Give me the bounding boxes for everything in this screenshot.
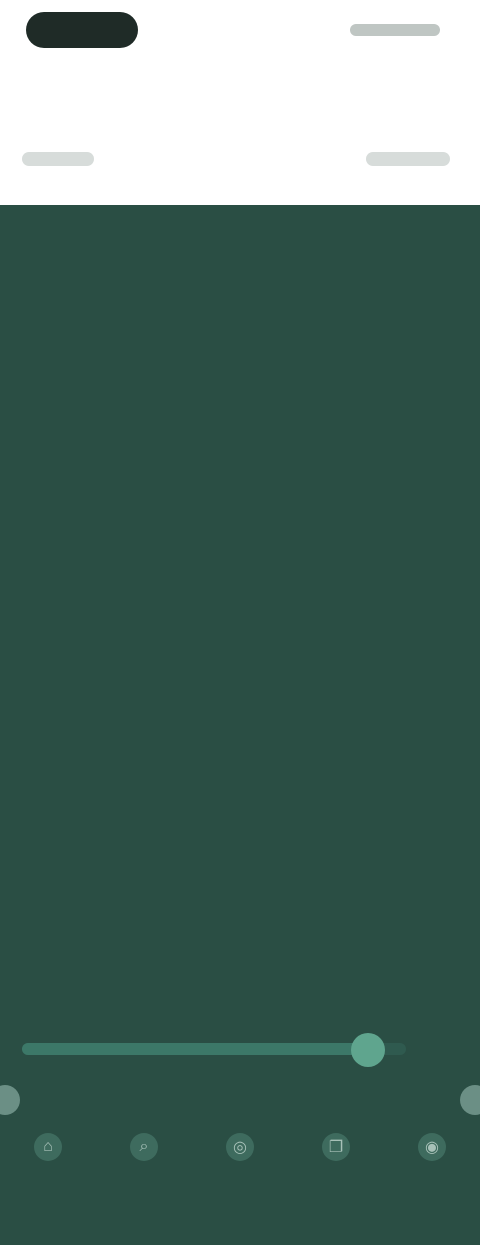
search-icon: ⌕ <box>130 1133 158 1161</box>
progress-fill <box>22 1043 368 1055</box>
menu-item[interactable] <box>22 519 142 539</box>
menu-item[interactable] <box>22 603 244 623</box>
home-icon: ⌂ <box>34 1133 62 1161</box>
nav-item-5[interactable]: ◉ <box>392 1133 472 1173</box>
menu-item[interactable] <box>22 381 134 401</box>
header-right-nav[interactable] <box>366 152 450 166</box>
menu-item[interactable] <box>22 473 222 493</box>
right-link[interactable] <box>334 257 414 275</box>
menu-item[interactable] <box>22 561 82 581</box>
status-pill <box>26 12 138 48</box>
page-title <box>148 132 316 162</box>
bottom-nav: ⌂ ⌕ ◎ ❐ ◉ <box>0 1125 480 1245</box>
profile-icon: ◉ <box>418 1133 446 1161</box>
nav-item-1[interactable]: ⌂ <box>8 1133 88 1173</box>
progress-slider[interactable] <box>22 1033 406 1067</box>
left-arrow-button[interactable] <box>0 1085 20 1115</box>
status-right <box>350 24 440 36</box>
bookmark-icon: ❐ <box>322 1133 350 1161</box>
nav-item-2[interactable]: ⌕ <box>104 1133 184 1173</box>
right-arrow-button[interactable] <box>460 1085 480 1115</box>
top-header <box>0 0 480 205</box>
progress-knob[interactable] <box>350 1033 385 1067</box>
menu-item[interactable] <box>22 215 140 235</box>
page-subtitle <box>200 170 270 188</box>
menu-item[interactable] <box>22 255 80 275</box>
menu-item[interactable] <box>22 339 130 359</box>
menu-item[interactable] <box>22 645 68 665</box>
right-link[interactable] <box>344 217 414 235</box>
nav-item-3[interactable]: ◎ <box>200 1133 280 1173</box>
header-left-nav[interactable] <box>22 152 94 166</box>
menu-item[interactable] <box>22 299 74 319</box>
main-panel: ⌂ ⌕ ◎ ❐ ◉ <box>0 205 480 1161</box>
center-icon: ◎ <box>226 1133 254 1161</box>
nav-item-4[interactable]: ❐ <box>296 1133 376 1173</box>
